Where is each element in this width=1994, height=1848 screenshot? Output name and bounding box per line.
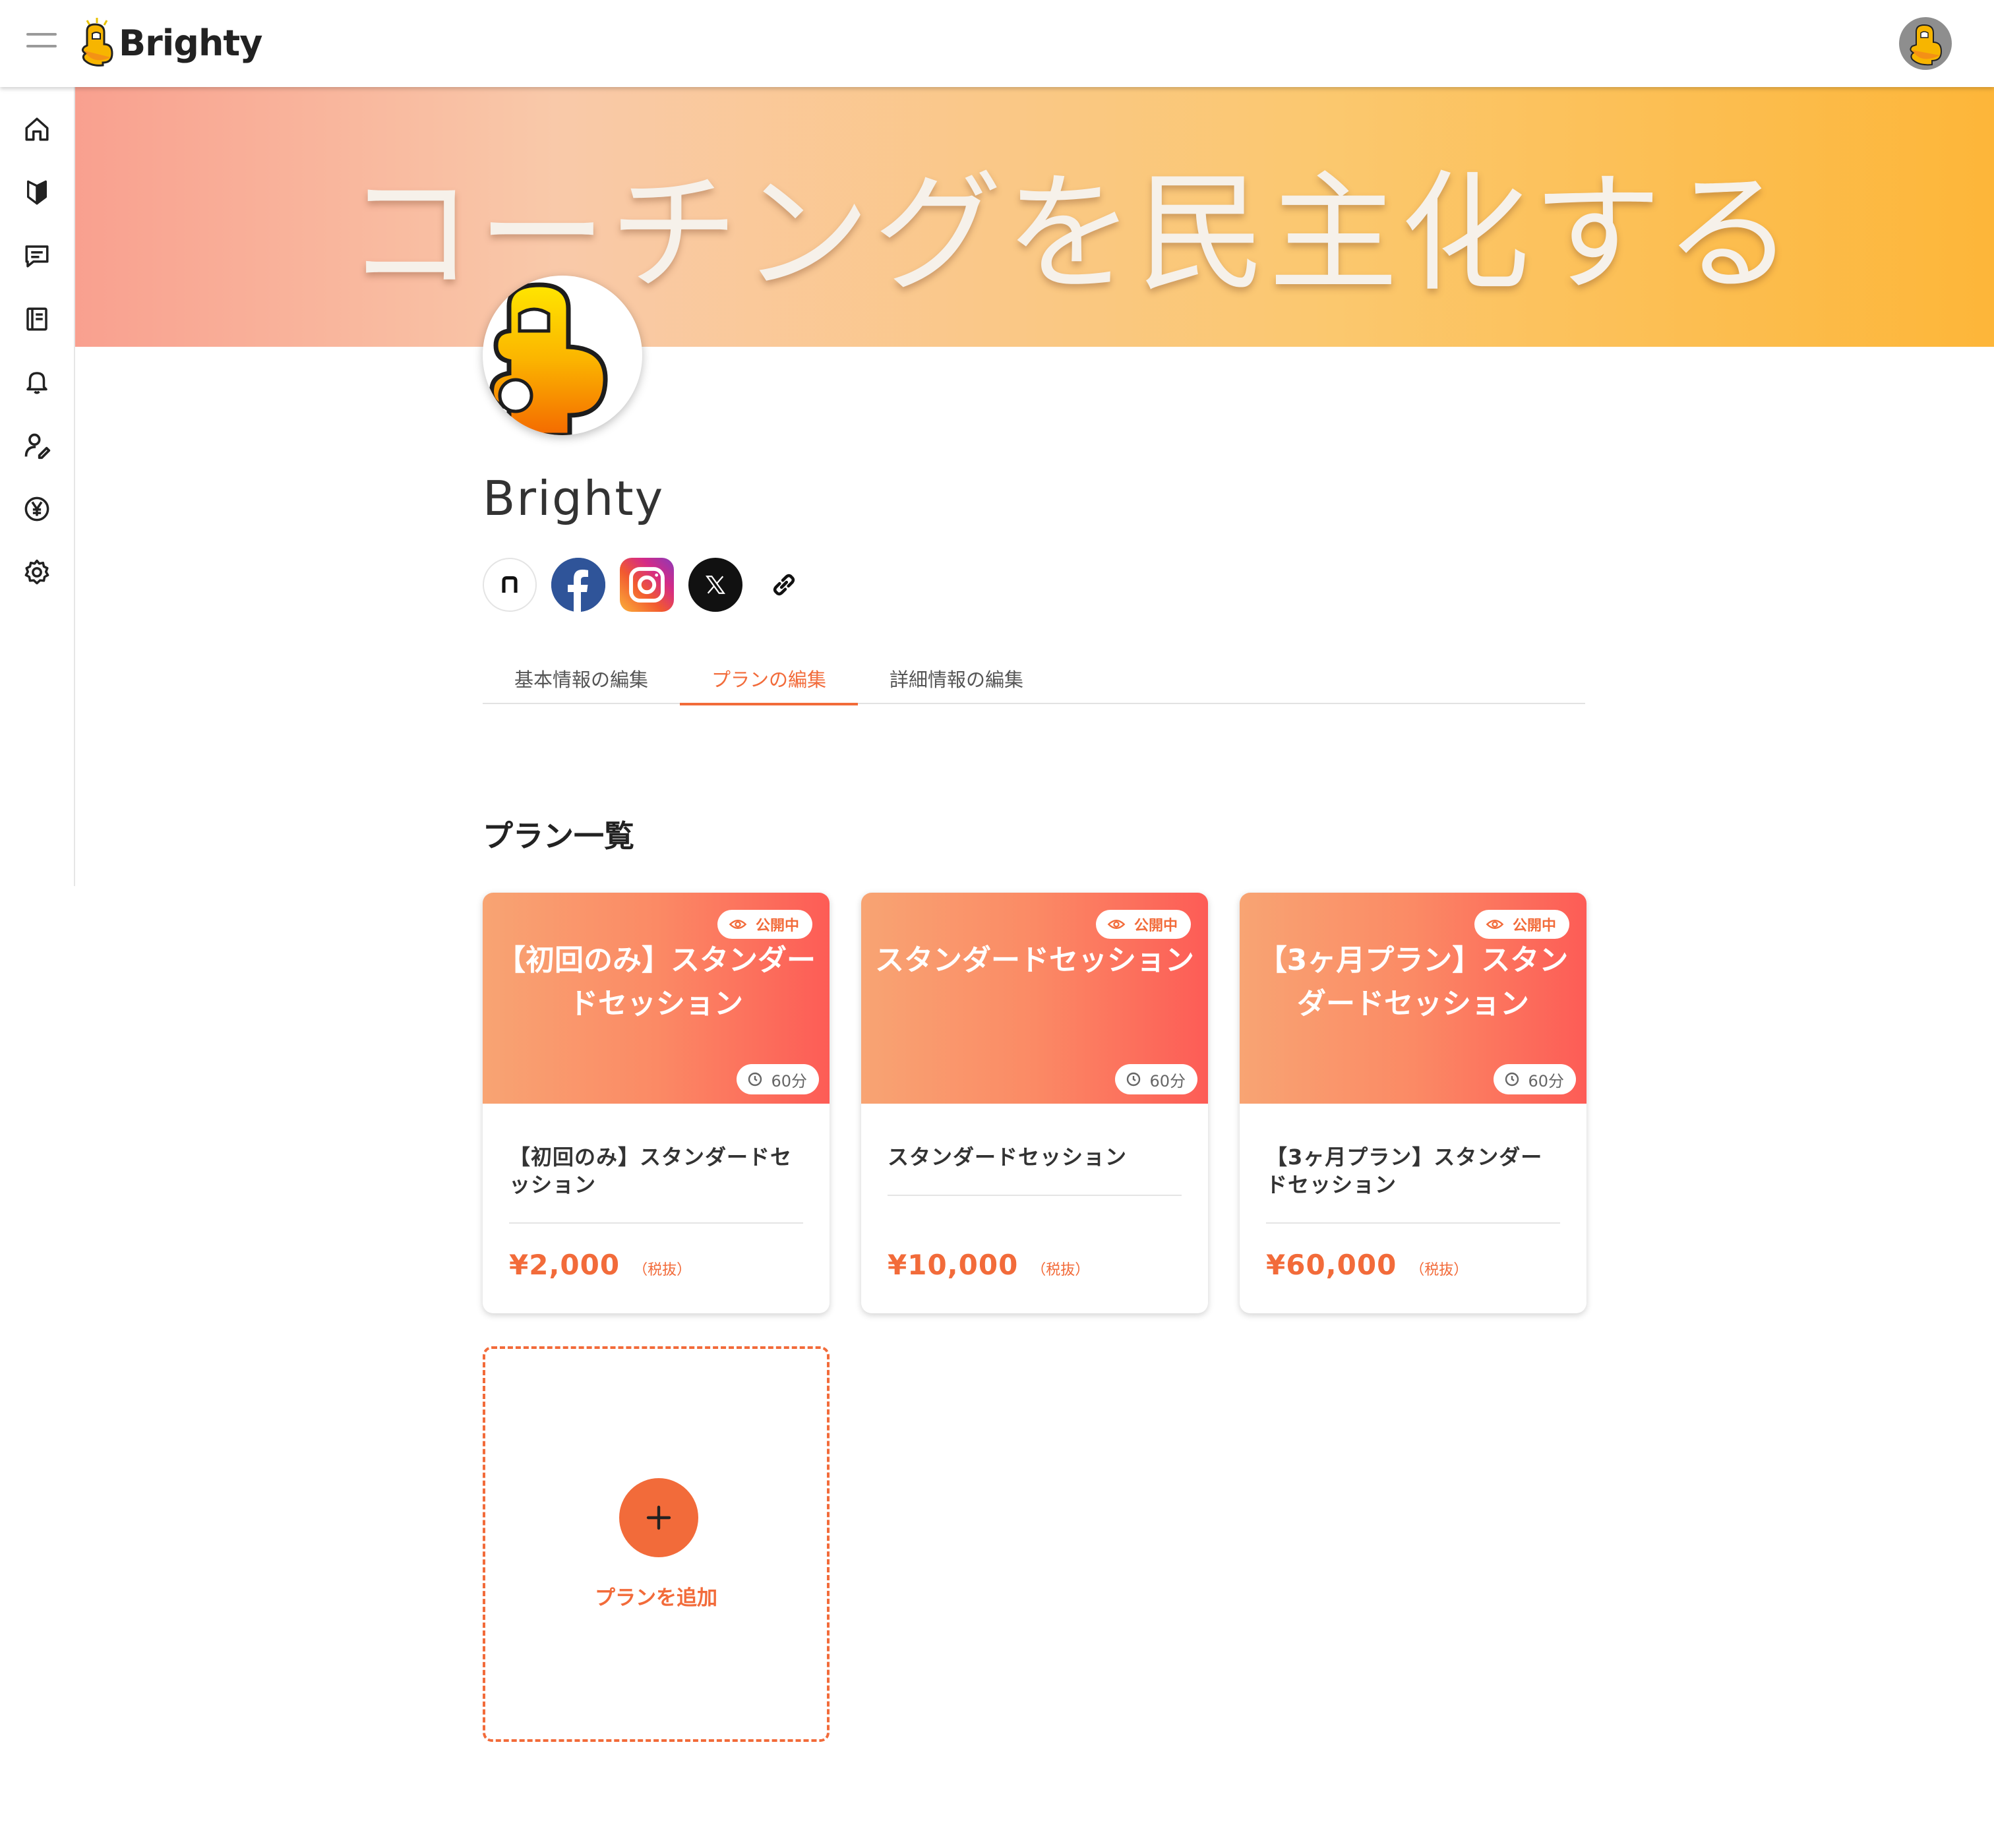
sidebar-item-messages[interactable] [20,239,54,273]
instagram-icon[interactable] [620,558,674,612]
sidebar-item-home[interactable] [20,112,54,146]
facebook-icon[interactable] [551,558,605,612]
divider [888,1195,1182,1196]
tax-note: （税抜） [1410,1262,1468,1278]
tax-note: （税抜） [1031,1262,1090,1278]
link-icon[interactable] [757,558,811,612]
price-value: ¥60,000 [1266,1249,1397,1281]
yen-icon [24,496,49,522]
status-text: 公開中 [1512,918,1556,934]
status-badge: 公開中 [717,910,812,939]
plan-banner-title: 【3ヶ月プラン】スタンダードセッション [1257,943,1569,1021]
sidebar-item-settings[interactable] [20,555,54,589]
eye-icon [729,920,747,929]
note-icon[interactable] [483,558,537,612]
plan-price: ¥60,000 （税抜） [1266,1249,1468,1281]
plan-price: ¥10,000 （税抜） [888,1249,1089,1281]
user-edit-icon [24,433,51,460]
sidebar [0,87,75,886]
clock-icon [1127,1072,1141,1087]
plan-card-header: 公開中 【3ヶ月プラン】スタンダードセッション 60分 [1240,893,1586,1104]
plan-price: ¥2,000 （税抜） [509,1249,691,1281]
duration-badge: 60分 [1494,1064,1576,1094]
hamburger-icon[interactable] [26,33,57,54]
sidebar-item-profile-edit[interactable] [20,429,54,463]
plan-title: 【初回のみ】スタンダードセッション [509,1145,793,1197]
add-plan-button[interactable]: プランを追加 [483,1346,830,1742]
tax-note: （税抜） [633,1262,692,1278]
tab-basic-info[interactable]: 基本情報の編集 [483,653,680,704]
plan-card-header: 公開中 【初回のみ】スタンダードセッション 60分 [483,893,830,1104]
plan-card[interactable]: 公開中 【3ヶ月プラン】スタンダードセッション 60分 【3ヶ月プラン】スタンダ… [1240,893,1586,1313]
x-icon[interactable] [688,558,742,612]
duration-badge: 60分 [737,1064,819,1094]
plan-title: 【3ヶ月プラン】スタンダードセッション [1266,1145,1543,1197]
plan-banner-title: スタンダードセッション [875,943,1194,977]
tab-details[interactable]: 詳細情報の編集 [858,653,1055,704]
profile-avatar[interactable] [483,276,642,435]
beginner-mark-icon [27,180,47,205]
sidebar-item-beginner[interactable] [20,175,54,210]
logo[interactable]: Brighty [78,13,262,73]
clock-icon [748,1072,762,1087]
add-plan-label: プランを追加 [595,1586,717,1610]
profile-name: Brighty [483,471,665,526]
status-text: 公開中 [1133,918,1178,934]
status-badge: 公開中 [1095,910,1191,939]
duration-text: 60分 [1149,1071,1186,1090]
divider [1266,1222,1560,1224]
tab-plans[interactable]: プランの編集 [680,653,859,705]
profile-tabs: 基本情報の編集 プランの編集 詳細情報の編集 [483,653,1585,705]
plan-card[interactable]: 公開中 【初回のみ】スタンダードセッション 60分 【初回のみ】スタンダードセッ… [483,893,830,1313]
plan-title: スタンダードセッション [888,1145,1128,1170]
user-avatar[interactable] [1899,17,1952,70]
section-title: プラン一覧 [483,818,634,854]
social-links [483,558,811,612]
sidebar-item-notebook[interactable] [20,302,54,336]
logo-text: Brighty [119,22,262,64]
top-bar: Brighty [0,0,1994,87]
status-text: 公開中 [755,918,799,934]
price-value: ¥2,000 [509,1249,620,1281]
plan-banner-title: 【初回のみ】スタンダードセッション [497,943,816,1021]
eye-icon [1107,920,1126,929]
bell-icon [26,372,47,394]
notebook-icon [26,307,47,331]
plan-card[interactable]: 公開中 スタンダードセッション 60分 スタンダードセッション ¥10,000 … [861,893,1208,1313]
profile-banner: コーチングを民主化する [75,87,1994,347]
sidebar-item-notifications[interactable] [20,365,54,400]
clock-icon [1505,1072,1519,1087]
chat-icon [25,245,49,268]
divider [509,1222,803,1224]
duration-text: 60分 [771,1071,807,1090]
eye-icon [1486,920,1504,929]
status-badge: 公開中 [1474,910,1569,939]
logo-mascot-icon [81,18,113,67]
home-icon [25,117,49,141]
duration-badge: 60分 [1115,1064,1197,1094]
sidebar-item-payments[interactable] [20,492,54,526]
duration-text: 60分 [1528,1071,1564,1090]
plan-card-header: 公開中 スタンダードセッション 60分 [861,893,1208,1104]
gear-icon [24,559,49,585]
price-value: ¥10,000 [888,1249,1019,1281]
plus-icon [619,1478,698,1557]
